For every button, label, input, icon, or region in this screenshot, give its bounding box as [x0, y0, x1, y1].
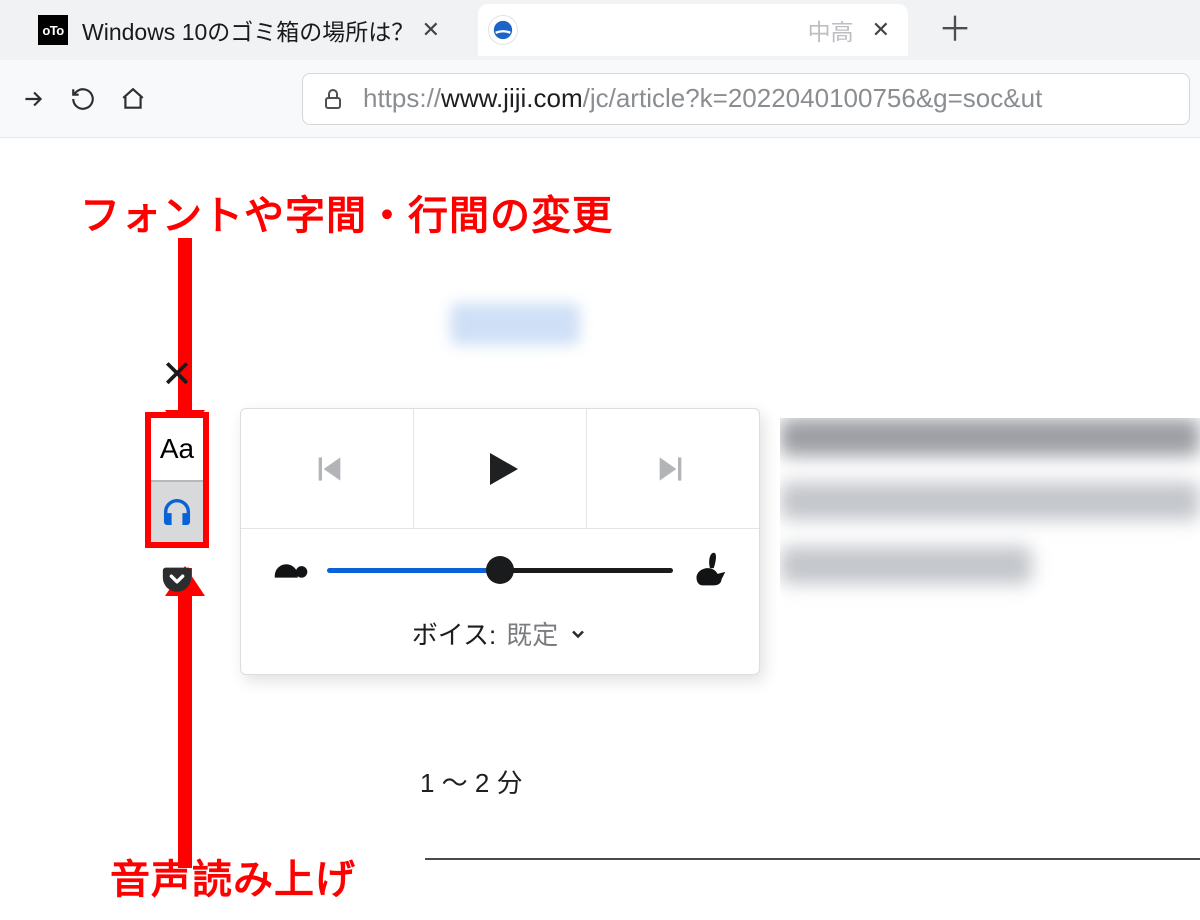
voice-label: ボイス:: [412, 615, 496, 652]
reading-time-estimate: 1 ～ 2 分: [420, 763, 523, 800]
tab-strip: oTo Windows 10のゴミ箱の場所は？ ✕ 中高 ✕ ＋: [0, 0, 1200, 60]
reload-button[interactable]: [62, 78, 104, 120]
read-aloud-button[interactable]: [151, 480, 203, 542]
reader-close-button[interactable]: ✕: [161, 356, 193, 394]
speed-slider-row: [241, 529, 759, 603]
url-prefix: https://: [363, 83, 441, 113]
turtle-icon: [269, 547, 315, 593]
url-path: /jc/article?k=2022040100756&g=soc&ut: [583, 83, 1043, 113]
forward-button[interactable]: [12, 78, 54, 120]
previous-button[interactable]: [241, 409, 414, 528]
favicon-jiji: [488, 15, 518, 45]
chevron-down-icon: [568, 624, 588, 644]
close-icon[interactable]: ✕: [418, 17, 444, 43]
tab-title: Windows 10のゴミ箱の場所は？: [82, 13, 404, 47]
speed-slider[interactable]: [327, 554, 673, 586]
playback-controls: [241, 409, 759, 529]
blurred-logo-placeholder: [450, 303, 580, 345]
text-settings-button[interactable]: Aa: [151, 418, 203, 480]
pocket-icon[interactable]: [160, 562, 194, 596]
url-host: www.jiji.com: [441, 83, 583, 113]
article-divider: [425, 858, 1200, 860]
play-icon: [476, 445, 524, 493]
favicon-oto: oTo: [38, 15, 68, 45]
reader-toolbar: ✕ Aa: [145, 356, 209, 596]
play-button[interactable]: [414, 409, 587, 528]
close-icon[interactable]: ✕: [868, 17, 894, 43]
new-tab-button[interactable]: ＋: [928, 13, 982, 47]
navigation-bar: https://www.jiji.com/jc/article?k=202204…: [0, 60, 1200, 138]
url-bar[interactable]: https://www.jiji.com/jc/article?k=202204…: [302, 73, 1190, 125]
text-settings-label: Aa: [160, 433, 194, 465]
skip-previous-icon: [307, 449, 347, 489]
blurred-article-text: [780, 418, 1200, 618]
headphones-icon: [160, 495, 194, 529]
url-text: https://www.jiji.com/jc/article?k=202204…: [363, 83, 1042, 114]
lock-icon: [321, 87, 345, 111]
tab-windows10-recycle-bin[interactable]: oTo Windows 10のゴミ箱の場所は？ ✕: [28, 4, 458, 56]
tab-jiji-article[interactable]: 中高 ✕: [478, 4, 908, 56]
annotation-font-spacing: フォントや字間・行間の変更: [80, 183, 613, 241]
skip-next-icon: [653, 449, 693, 489]
voice-value: 既定: [506, 615, 558, 652]
voice-selector[interactable]: ボイス: 既定: [241, 603, 759, 674]
rabbit-icon: [685, 547, 731, 593]
annotation-read-aloud: 音声読み上げ: [110, 847, 356, 905]
slider-thumb[interactable]: [486, 556, 514, 584]
next-button[interactable]: [587, 409, 759, 528]
read-aloud-panel: ボイス: 既定: [240, 408, 760, 675]
tab-title-faded: 中高: [808, 13, 854, 47]
home-button[interactable]: [112, 78, 154, 120]
annotation-arrow-up-icon: [178, 568, 192, 868]
page-content: フォントや字間・行間の変更 音声読み上げ ✕ Aa: [0, 138, 1200, 920]
annotation-highlight-box: Aa: [145, 412, 209, 548]
